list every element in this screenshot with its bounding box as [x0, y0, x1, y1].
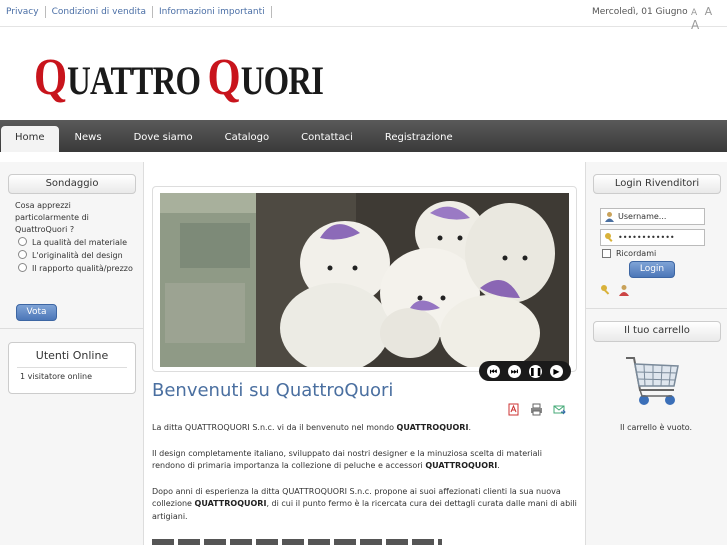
- text: La ditta QUATTROQUORI S.n.c. vi da il be…: [152, 423, 397, 432]
- poll-option[interactable]: L'originalità del design: [15, 249, 143, 262]
- poll-option[interactable]: La qualità del materiale: [15, 236, 143, 249]
- brand-name: QUATTROQUORI: [425, 461, 498, 470]
- forgot-password-icon[interactable]: [600, 284, 612, 296]
- user-icon: [605, 212, 614, 222]
- page-title: Benvenuti su QuattroQuori: [152, 380, 394, 401]
- poll-option-label: L'originalità del design: [32, 251, 123, 260]
- brand-name: QUATTROQUORI: [194, 499, 267, 508]
- username-field[interactable]: Username...: [600, 208, 705, 225]
- poll-option-label: La qualità del materiale: [32, 238, 128, 247]
- username-placeholder: Username...: [618, 212, 667, 221]
- font-medium-button[interactable]: A: [705, 5, 715, 18]
- password-field[interactable]: ••••••••••••: [600, 229, 705, 246]
- nav-home[interactable]: Home: [1, 126, 59, 152]
- key-icon: [605, 233, 613, 242]
- radio-button[interactable]: [18, 250, 27, 259]
- vote-button[interactable]: Vota: [16, 304, 57, 321]
- email-icon[interactable]: [553, 403, 566, 416]
- login-button[interactable]: Login: [629, 261, 675, 278]
- poll-option-label: Il rapporto qualità/prezzo: [32, 264, 133, 273]
- divider: [0, 328, 143, 329]
- divider: [586, 308, 727, 309]
- nav-news[interactable]: News: [59, 126, 118, 152]
- remember-me[interactable]: Ricordami: [602, 249, 656, 258]
- article-paragraph: Il design completamente italiano, svilup…: [152, 448, 577, 473]
- online-users-box: Utenti Online 1 visitatore online: [8, 342, 136, 394]
- login-title: Login Rivenditori: [593, 174, 721, 194]
- privacy-link[interactable]: Privacy: [0, 6, 46, 18]
- cart-title: Il tuo carrello: [593, 321, 721, 342]
- pause-icon[interactable]: ❚❚: [529, 364, 542, 378]
- info-link[interactable]: Informazioni importanti: [153, 6, 272, 18]
- font-small-button[interactable]: A: [691, 8, 699, 18]
- left-sidebar: Sondaggio Cosa apprezzi particolarmente …: [0, 162, 144, 545]
- remember-label: Ricordami: [616, 249, 657, 258]
- logo-letter: Q: [34, 49, 68, 106]
- current-date: Mercoledì, 01 Giugno: [592, 7, 688, 17]
- logo-letter: Q: [207, 49, 241, 106]
- terms-link[interactable]: Condizioni di vendita: [46, 6, 153, 18]
- slideshow-controls: ⏮ ⏭ ❚❚ ▶: [479, 361, 571, 381]
- poll-title: Sondaggio: [8, 174, 136, 194]
- nav-registrazione[interactable]: Registrazione: [369, 126, 469, 152]
- article-body: La ditta QUATTROQUORI S.n.c. vi da il be…: [152, 422, 577, 536]
- cut-off-text: [152, 539, 442, 545]
- article-paragraph: Dopo anni di esperienza la ditta QUATTRO…: [152, 486, 577, 524]
- poll-option[interactable]: Il rapporto qualità/prezzo: [15, 262, 140, 275]
- top-links: Privacy Condizioni di vendita Informazio…: [0, 6, 272, 18]
- poll-question: Cosa apprezzi particolarmente di Quattro…: [15, 201, 89, 234]
- logo-word: UATTRO: [67, 58, 208, 103]
- password-value: ••••••••••••: [618, 233, 675, 242]
- site-logo[interactable]: QUATTRO QUORI: [34, 48, 324, 120]
- login-help-icons: [600, 284, 630, 296]
- print-icon[interactable]: [530, 403, 543, 416]
- radio-button[interactable]: [18, 237, 27, 246]
- right-sidebar: Login Rivenditori Username... ••••••••••…: [585, 162, 727, 545]
- nav-catalogo[interactable]: Catalogo: [209, 126, 286, 152]
- pdf-icon[interactable]: [507, 403, 520, 416]
- brand-name: QUATTROQUORI: [396, 423, 469, 432]
- shopping-cart-icon: [626, 357, 679, 405]
- article-paragraph: La ditta QUATTROQUORI S.n.c. vi da il be…: [152, 422, 577, 435]
- slideshow-image: [160, 193, 569, 367]
- nav-contattaci[interactable]: Contattaci: [285, 126, 369, 152]
- font-size-controls: A A A: [691, 5, 727, 32]
- text: .: [497, 461, 500, 470]
- last-icon[interactable]: ⏭: [508, 364, 521, 378]
- nav-dove-siamo[interactable]: Dove siamo: [118, 126, 209, 152]
- first-icon[interactable]: ⏮: [487, 364, 500, 378]
- next-icon[interactable]: ▶: [550, 364, 563, 378]
- online-users-title: Utenti Online: [35, 349, 109, 362]
- forgot-username-icon[interactable]: [618, 284, 630, 296]
- article-tools: [507, 403, 566, 416]
- online-users-count: 1 visitatore online: [20, 372, 93, 381]
- text: .: [468, 423, 471, 432]
- font-large-button[interactable]: A: [691, 18, 701, 32]
- main-content: ⏮ ⏭ ❚❚ ▶ Benvenuti su QuattroQuori La di…: [144, 162, 585, 545]
- slideshow: ⏮ ⏭ ❚❚ ▶: [152, 186, 577, 381]
- remember-checkbox[interactable]: [602, 249, 611, 258]
- main-navigation: Home News Dove siamo Catalogo Contattaci…: [0, 120, 727, 152]
- divider: [17, 367, 127, 368]
- logo-word: UORI: [240, 58, 324, 103]
- top-bar: Privacy Condizioni di vendita Informazio…: [0, 0, 727, 32]
- cart-empty-text: Il carrello è vuoto.: [619, 423, 693, 432]
